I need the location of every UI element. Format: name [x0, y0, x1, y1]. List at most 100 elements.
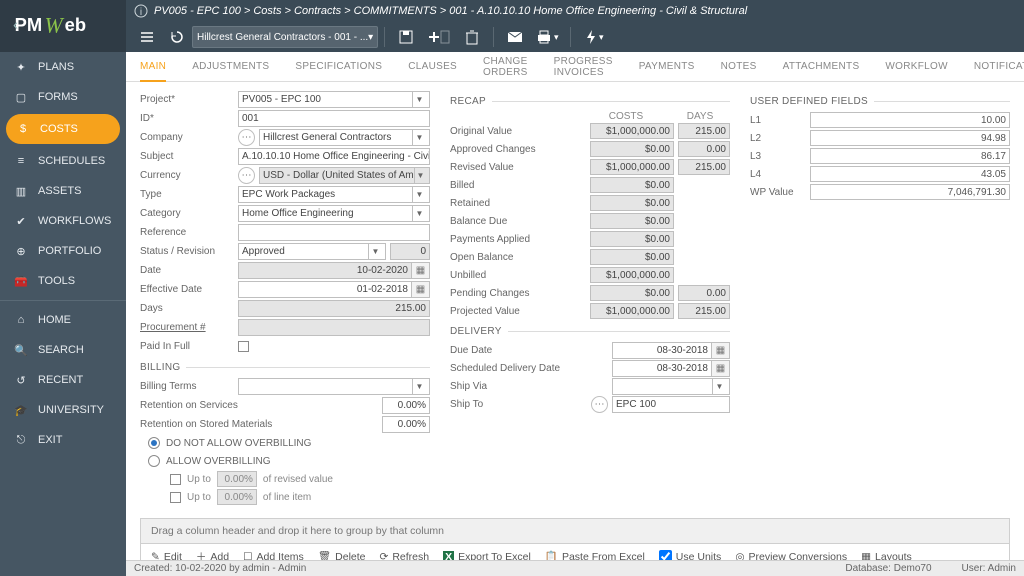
upto2-value[interactable]: 0.00% — [217, 489, 257, 505]
ret-services-input[interactable]: 0.00% — [382, 397, 430, 414]
company-lookup-icon[interactable]: ⋯ — [238, 129, 255, 146]
calendar-icon[interactable]: ▦ — [412, 262, 430, 279]
sidebar-item-plans[interactable]: ✦PLANS — [0, 52, 126, 82]
status-select[interactable]: Approved▼ — [238, 243, 386, 260]
delete-icon[interactable] — [457, 24, 487, 50]
sidebar-item-forms[interactable]: ▢FORMS — [0, 82, 126, 112]
tab-specifications[interactable]: SPECIFICATIONS — [295, 53, 382, 80]
paste-excel-button[interactable]: 📋 Paste From Excel — [545, 550, 645, 560]
tab-clauses[interactable]: CLAUSES — [408, 53, 457, 80]
svg-text:eb: eb — [65, 14, 86, 35]
recap-cost: $1,000,000.00 — [590, 267, 674, 283]
info-icon[interactable]: i — [134, 4, 148, 18]
delete-button[interactable]: 🗑 Delete — [318, 550, 366, 560]
shipto-lookup-icon[interactable]: ⋯ — [591, 396, 608, 413]
label-billing-terms: Billing Terms — [140, 381, 238, 392]
tab-workflow[interactable]: WORKFLOW — [885, 53, 947, 80]
sidebar-item-exit[interactable]: ⎋EXIT — [0, 425, 126, 455]
sched-date-input[interactable]: 08-30-2018 — [612, 360, 712, 377]
recap-days: 0.00 — [678, 141, 730, 157]
add-button[interactable]: ＋ Add — [196, 549, 229, 560]
add-icon[interactable] — [421, 24, 457, 50]
sidebar-item-label: WORKFLOWS — [38, 215, 111, 227]
list-icon[interactable] — [132, 24, 162, 50]
id-input[interactable]: 001 — [238, 110, 430, 127]
eff-date-input[interactable]: 01-02-2018 — [238, 281, 412, 298]
recap-days: 0.00 — [678, 285, 730, 301]
currency-lookup-icon[interactable]: ⋯ — [238, 167, 255, 184]
shipto-input[interactable]: EPC 100 — [612, 396, 730, 413]
sidebar-item-schedules[interactable]: ≡SCHEDULES — [0, 146, 126, 176]
export-excel-button[interactable]: X Export To Excel — [443, 551, 531, 561]
sidebar-icon: ▢ — [14, 90, 28, 104]
recap-cost: $0.00 — [590, 213, 674, 229]
mail-icon[interactable] — [500, 24, 530, 50]
sidebar-item-workflows[interactable]: ✔WORKFLOWS — [0, 206, 126, 236]
recap-days — [678, 267, 730, 283]
refresh-button[interactable]: ⟳ Refresh — [380, 551, 430, 561]
procurement-display — [238, 319, 430, 336]
radio-no-overbilling[interactable]: DO NOT ALLOW OVERBILLING — [140, 434, 430, 452]
currency-select[interactable]: USD - Dollar (United States of America)▼ — [259, 167, 430, 184]
type-select[interactable]: EPC Work Packages▼ — [238, 186, 430, 203]
sidebar-item-costs[interactable]: $COSTS — [6, 114, 120, 144]
label-eff-date: Effective Date — [140, 284, 238, 295]
tab-notes[interactable]: NOTES — [721, 53, 757, 80]
tab-main[interactable]: MAIN — [140, 53, 166, 82]
tab-change-orders[interactable]: CHANGE ORDERS — [483, 48, 528, 86]
udf-value[interactable]: 86.17 — [810, 148, 1010, 164]
sidebar-item-portfolio[interactable]: ⊕PORTFOLIO — [0, 236, 126, 266]
bolt-icon[interactable]: ▾ — [577, 24, 611, 50]
udf-value[interactable]: 43.05 — [810, 166, 1010, 182]
tab-adjustments[interactable]: ADJUSTMENTS — [192, 53, 269, 80]
calendar-icon[interactable]: ▦ — [712, 360, 730, 377]
billing-terms-select[interactable]: ▼ — [238, 378, 430, 395]
date-input[interactable]: 10-02-2020 — [238, 262, 412, 279]
sidebar-item-tools[interactable]: 🧰TOOLS — [0, 266, 126, 296]
upto1-value[interactable]: 0.00% — [217, 471, 257, 487]
sidebar-item-home[interactable]: ⌂HOME — [0, 305, 126, 335]
upto1-checkbox[interactable] — [170, 474, 181, 485]
sidebar-item-assets[interactable]: ▥ASSETS — [0, 176, 126, 206]
due-date-input[interactable]: 08-30-2018 — [612, 342, 712, 359]
radio-allow-overbilling[interactable]: ALLOW OVERBILLING — [140, 452, 430, 470]
subject-input[interactable]: A.10.10.10 Home Office Engineering - Civ… — [238, 148, 430, 165]
tab-attachments[interactable]: ATTACHMENTS — [783, 53, 860, 80]
add-items-button[interactable]: ☐ Add Items — [243, 551, 304, 561]
sidebar-icon: ✦ — [14, 60, 28, 74]
preview-conversions-button[interactable]: ◎ Preview Conversions — [735, 551, 847, 561]
ret-materials-input[interactable]: 0.00% — [382, 416, 430, 433]
project-select[interactable]: PV005 - EPC 100▼ — [238, 91, 430, 108]
sidebar-icon: 🎓 — [14, 403, 28, 417]
calendar-icon[interactable]: ▦ — [412, 281, 430, 298]
company-select[interactable]: Hillcrest General Contractors▼ — [259, 129, 430, 146]
recap-days — [678, 195, 730, 211]
upto2-checkbox[interactable] — [170, 492, 181, 503]
category-select[interactable]: Home Office Engineering▼ — [238, 205, 430, 222]
tab-progress-invoices[interactable]: PROGRESS INVOICES — [554, 48, 613, 86]
use-units-toggle[interactable]: Use Units — [659, 550, 722, 560]
reference-input[interactable] — [238, 224, 430, 241]
sidebar-item-search[interactable]: 🔍SEARCH — [0, 335, 126, 365]
group-hint[interactable]: Drag a column header and drop it here to… — [141, 519, 1009, 544]
save-icon[interactable] — [391, 24, 421, 50]
record-selector[interactable]: Hillcrest General Contractors - 001 - ..… — [192, 26, 378, 48]
print-icon[interactable]: ▾ — [530, 24, 564, 50]
logo[interactable]: PMWeb‹ — [0, 0, 126, 52]
label-procurement[interactable]: Procurement # — [140, 322, 238, 333]
udf-value[interactable]: 10.00 — [810, 112, 1010, 128]
calendar-icon[interactable]: ▦ — [712, 342, 730, 359]
recap-section: RECAP COSTSDAYS Original Value$1,000,000… — [450, 90, 730, 506]
recap-cost: $0.00 — [590, 249, 674, 265]
history-icon[interactable] — [162, 24, 192, 50]
edit-button[interactable]: ✎ Edit — [151, 551, 182, 561]
tab-notifications[interactable]: NOTIFICATIONS — [974, 53, 1024, 80]
tab-payments[interactable]: PAYMENTS — [639, 53, 695, 80]
udf-value[interactable]: 94.98 — [810, 130, 1010, 146]
sidebar-item-university[interactable]: 🎓UNIVERSITY — [0, 395, 126, 425]
sidebar-item-recent[interactable]: ↺RECENT — [0, 365, 126, 395]
shipvia-select[interactable]: ▼ — [612, 378, 730, 395]
layouts-button[interactable]: ▦ Layouts — [861, 551, 912, 561]
paid-checkbox[interactable] — [238, 341, 249, 352]
udf-value[interactable]: 7,046,791.30 — [810, 184, 1010, 200]
